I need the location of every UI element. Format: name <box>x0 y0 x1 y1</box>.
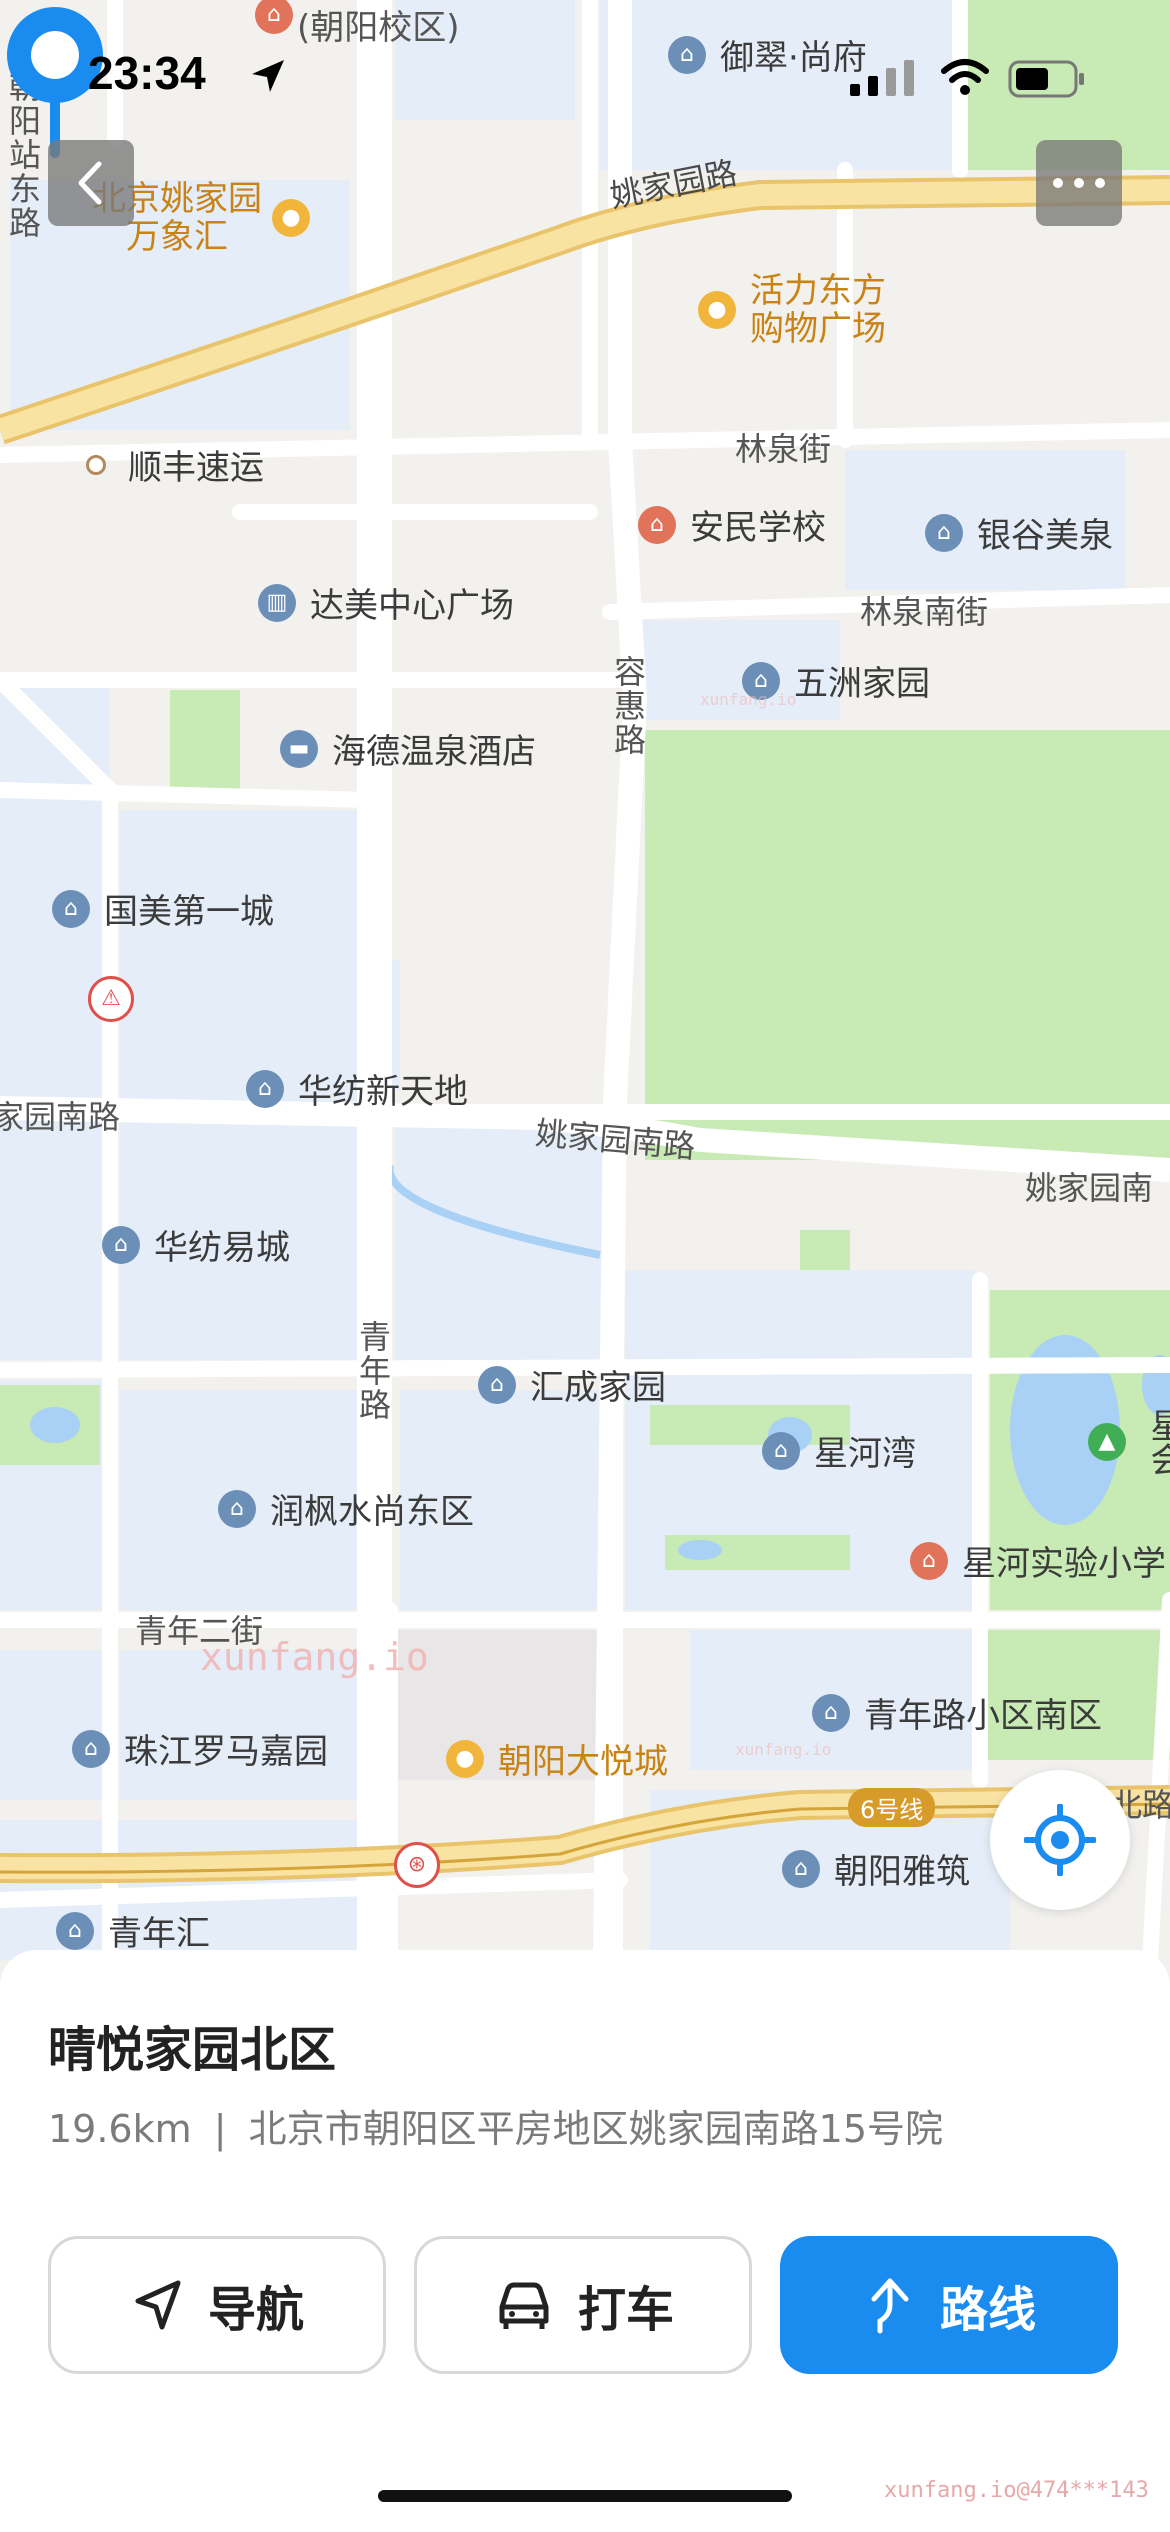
poi-runfeng[interactable]: ⌂ 润枫水尚东区 <box>218 1484 474 1533</box>
home-icon: ⌂ <box>218 1489 256 1528</box>
back-button[interactable] <box>48 140 134 226</box>
poi-qingnianlu-south[interactable]: ⌂ 青年路小区南区 <box>812 1688 1102 1737</box>
home-indicator[interactable] <box>378 2490 792 2502</box>
school-icon: ⌂ <box>638 505 676 544</box>
poi-shunfeng[interactable]: 顺丰速运 <box>86 440 264 489</box>
home-icon: ⌂ <box>72 1729 110 1768</box>
road-label-ronghui: 容惠路 <box>609 655 647 757</box>
location-arrow-icon <box>252 60 284 92</box>
watermark: xunfang.io <box>700 690 797 709</box>
metro-line6-badge: 6号线 <box>848 1788 936 1827</box>
battery-icon <box>1008 60 1084 98</box>
poi-chaoyang-yazhu[interactable]: ⌂ 朝阳雅筑 <box>782 1844 970 1893</box>
tree-icon: ▲ <box>1088 1423 1126 1461</box>
map-view[interactable]: 朝阳站东路 姚家园路 林泉街 林泉南街 容惠路 姚家园南路 家园南路 姚家园南 … <box>0 0 1170 1960</box>
route-arrow-icon <box>871 2278 909 2334</box>
home-icon: ⌂ <box>56 1911 94 1950</box>
building-icon: ▥ <box>258 583 296 622</box>
shopping-bag-icon: ● <box>698 291 736 329</box>
status-time: 23:34 <box>88 47 206 99</box>
poi-yingu-meiquan[interactable]: ⌂ 银谷美泉 <box>925 508 1113 557</box>
taxi-button[interactable]: 打车 <box>414 2236 752 2374</box>
home-icon: ⌂ <box>246 1069 284 1108</box>
metro-icon: ⊛ <box>394 1842 440 1888</box>
poi-haide-hotel[interactable]: ▬ 海德温泉酒店 <box>280 724 536 773</box>
footer-watermark: xunfang.io@474***143 <box>884 2478 1149 2503</box>
poi-huoli-dongfang[interactable]: ● 活力东方 购物广场 <box>698 272 886 348</box>
school-icon: ⌂ <box>910 1541 948 1580</box>
road-label-linquan-south: 林泉南街 <box>860 593 989 631</box>
navigate-button[interactable]: 导航 <box>48 2236 386 2374</box>
poi-qingnian-hui[interactable]: ⌂ 青年汇 <box>56 1906 210 1955</box>
chevron-left-icon <box>78 161 102 205</box>
poi-huicheng-jiayuan[interactable]: ⌂ 汇成家园 <box>478 1360 666 1409</box>
car-icon <box>499 2282 549 2329</box>
poi-anmin-school[interactable]: ⌂ 安民学校 <box>638 500 826 549</box>
poi-guomei-diyicheng[interactable]: ⌂ 国美第一城 <box>52 884 274 933</box>
poi-chaoyang-joycity[interactable]: ● 朝阳大悦城 <box>446 1734 668 1783</box>
map-canvas <box>0 0 1170 1960</box>
shopping-bag-icon: ● <box>446 1739 484 1778</box>
construction-poi[interactable]: ⚠ <box>88 976 134 1022</box>
poi-xinghe-school[interactable]: ⌂ 星河实验小学 <box>910 1536 1166 1585</box>
cellular-signal-icon <box>850 60 914 96</box>
status-bar: 23:34 <box>0 0 1170 150</box>
my-location-button[interactable] <box>990 1770 1130 1910</box>
metro-station-poi[interactable]: ⊛ <box>394 1842 440 1888</box>
home-icon: ⌂ <box>782 1849 820 1888</box>
shopping-bag-icon: ● <box>272 199 310 237</box>
road-label-yaojiayuan-south-right: 姚家园南 <box>1025 1169 1154 1207</box>
navigation-arrow-icon <box>135 2280 181 2330</box>
more-dots-icon <box>1053 178 1105 188</box>
separator: | <box>213 2107 227 2151</box>
poi-huafang-xintiandi[interactable]: ⌂ 华纺新天地 <box>246 1064 468 1113</box>
dot-icon <box>86 454 106 475</box>
bed-icon: ▬ <box>280 729 318 768</box>
poi-xinghe-wan[interactable]: ⌂ 星河湾 <box>762 1426 916 1475</box>
home-icon: ⌂ <box>102 1225 140 1264</box>
wifi-icon <box>941 59 989 95</box>
poi-huafang-yicheng[interactable]: ⌂ 华纺易城 <box>102 1220 290 1269</box>
road-label-linquan: 林泉街 <box>735 430 832 468</box>
home-icon: ⌂ <box>925 513 963 552</box>
place-address: 北京市朝阳区平房地区姚家园南路15号院 <box>248 2107 943 2151</box>
place-subtitle: 19.6km | 北京市朝阳区平房地区姚家园南路15号院 <box>48 2098 943 2153</box>
home-icon: ⌂ <box>52 889 90 928</box>
place-title: 晴悦家园北区 <box>48 2022 337 2078</box>
construction-icon: ⚠ <box>88 976 134 1022</box>
crosshair-icon <box>1024 1804 1096 1876</box>
route-button[interactable]: 路线 <box>780 2236 1118 2374</box>
home-icon: ⌂ <box>812 1693 850 1732</box>
place-distance: 19.6km <box>48 2107 192 2151</box>
poi-zhujiang-roma[interactable]: ⌂ 珠江罗马嘉园 <box>72 1724 328 1773</box>
watermark: xunfang.io <box>200 1635 429 1679</box>
poi-xing-park[interactable]: ▲ 星会 <box>1088 1408 1170 1476</box>
watermark: xunfang.io <box>735 1740 832 1759</box>
road-label-yaojiayuan-south-left: 家园南路 <box>0 1098 121 1136</box>
road-label-qingnian: 青年路 <box>354 1320 392 1422</box>
more-button[interactable] <box>1036 140 1122 226</box>
home-icon: ⌂ <box>762 1431 800 1470</box>
home-icon: ⌂ <box>478 1365 516 1404</box>
poi-damei-center[interactable]: ▥ 达美中心广场 <box>258 578 514 627</box>
